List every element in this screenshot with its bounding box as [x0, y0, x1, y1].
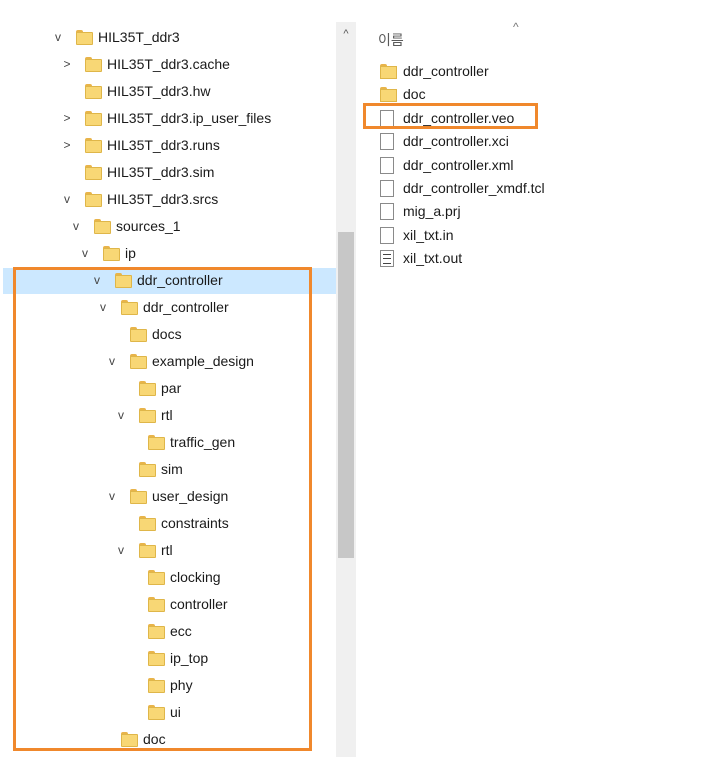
file-icon — [380, 180, 394, 197]
file-name: xil_txt.in — [403, 227, 454, 243]
highlight-box-ddr-controller-tree — [13, 267, 312, 751]
file-name: ddr_controller.xci — [403, 133, 509, 149]
tree-item[interactable]: > HIL35T_ddr3.ip_user_files — [0, 106, 336, 132]
highlight-box-veo-file — [363, 103, 538, 129]
file-icon — [380, 227, 394, 244]
file-icon — [380, 203, 394, 220]
folder-icon — [85, 138, 102, 153]
text-document-icon — [380, 250, 394, 267]
tree-item[interactable]: v HIL35T_ddr3.srcs — [0, 187, 336, 213]
file-name: xil_txt.out — [403, 250, 463, 266]
file-name: doc — [403, 86, 426, 102]
folder-icon — [103, 246, 120, 261]
chevron-down-icon[interactable]: v — [78, 246, 92, 260]
chevron-down-icon[interactable]: v — [51, 30, 65, 44]
folder-icon — [380, 64, 397, 79]
tree-item[interactable]: v ip — [0, 241, 336, 267]
name-column-header[interactable]: 이름 — [378, 30, 404, 50]
folder-icon — [85, 192, 102, 207]
chevron-down-icon[interactable]: v — [60, 192, 74, 206]
folder-icon — [85, 111, 102, 126]
tree-item-label: sources_1 — [116, 218, 181, 234]
chevron-down-icon[interactable]: v — [69, 219, 83, 233]
sort-ascending-icon: ^ — [513, 20, 519, 34]
file-name: ddr_controller — [403, 63, 489, 79]
tree-item-label: ip — [125, 245, 136, 261]
tree-item[interactable]: HIL35T_ddr3.hw — [0, 79, 336, 105]
tree-item[interactable]: v sources_1 — [0, 214, 336, 240]
chevron-right-icon[interactable]: > — [60, 138, 74, 152]
tree-item[interactable]: > HIL35T_ddr3.runs — [0, 133, 336, 159]
tree-item-label: HIL35T_ddr3.hw — [107, 83, 211, 99]
tree-item[interactable]: HIL35T_ddr3.sim — [0, 160, 336, 186]
navigation-pane: v HIL35T_ddr3 > HIL35T_ddr3.cache HIL35T_ddr… — [0, 0, 336, 768]
folder-icon — [94, 219, 111, 234]
folder-icon — [85, 84, 102, 99]
folder-icon — [380, 87, 397, 102]
chevron-right-icon[interactable]: > — [60, 57, 74, 71]
folder-icon — [76, 30, 93, 45]
tree-item-label: HIL35T_ddr3.srcs — [107, 191, 219, 207]
tree-item-label: HIL35T_ddr3 — [98, 29, 180, 45]
file-name: ddr_controller_xmdf.tcl — [403, 180, 545, 196]
chevron-right-icon[interactable]: > — [60, 111, 74, 125]
tree-item[interactable]: v HIL35T_ddr3 — [0, 25, 336, 51]
tree-item-label: HIL35T_ddr3.ip_user_files — [107, 110, 272, 126]
tree-item-label: HIL35T_ddr3.sim — [107, 164, 215, 180]
navigation-scrollbar[interactable]: ^ — [336, 22, 356, 757]
scroll-up-arrow[interactable]: ^ — [336, 24, 356, 44]
scroll-thumb[interactable] — [338, 232, 354, 558]
tree-item-label: HIL35T_ddr3.cache — [107, 56, 230, 72]
folder-icon — [85, 165, 102, 180]
file-icon — [380, 157, 394, 174]
file-name: mig_a.prj — [403, 203, 461, 219]
file-icon — [380, 133, 394, 150]
tree-item-label: HIL35T_ddr3.runs — [107, 137, 220, 153]
tree-item[interactable]: > HIL35T_ddr3.cache — [0, 52, 336, 78]
file-name: ddr_controller.xml — [403, 157, 514, 173]
folder-icon — [85, 57, 102, 72]
